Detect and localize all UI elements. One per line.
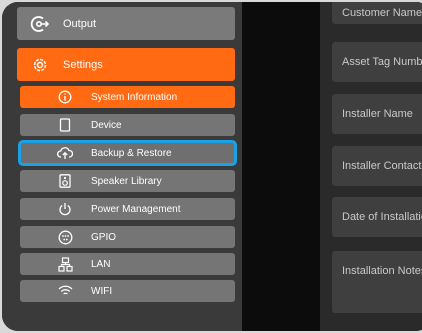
sidebar-item-device[interactable]: Device bbox=[20, 114, 235, 136]
field-label: Installer Name bbox=[342, 108, 413, 120]
customer-name-field[interactable]: Customer Name bbox=[332, 2, 422, 24]
installer-name-field[interactable]: Installer Name bbox=[332, 94, 422, 134]
output-icon bbox=[29, 13, 51, 35]
sidebar-item-label: GPIO bbox=[91, 231, 117, 243]
sidebar-item-label: Output bbox=[63, 17, 97, 30]
info-icon bbox=[56, 88, 74, 106]
sidebar-item-label: Speaker Library bbox=[91, 175, 162, 187]
sidebar-item-label: Backup & Restore bbox=[91, 147, 172, 159]
sidebar-item-speaker-library[interactable]: Speaker Library bbox=[20, 170, 235, 192]
divider bbox=[242, 2, 320, 331]
sidebar-item-settings[interactable]: Settings bbox=[17, 48, 235, 81]
sidebar-item-label: Device bbox=[91, 119, 122, 131]
field-label: Installation Notes bbox=[342, 265, 422, 277]
asset-tag-number-field[interactable]: Asset Tag Number bbox=[332, 42, 422, 82]
installer-contact-field[interactable]: Installer Contact bbox=[332, 146, 422, 186]
device-screen: Output Settings System Information Devic… bbox=[2, 2, 422, 331]
installation-notes-field[interactable]: Installation Notes bbox=[332, 251, 422, 313]
sidebar-item-label: WIFI bbox=[91, 285, 113, 297]
wifi-icon bbox=[56, 282, 74, 300]
sidebar-item-lan[interactable]: LAN bbox=[20, 253, 235, 275]
field-label: Customer Name bbox=[342, 7, 422, 19]
speaker-icon bbox=[56, 172, 74, 190]
network-icon bbox=[56, 255, 74, 273]
sidebar-item-label: LAN bbox=[91, 258, 111, 270]
sidebar-item-label: System Information bbox=[91, 91, 178, 103]
sidebar-item-gpio[interactable]: GPIO bbox=[20, 226, 235, 248]
installation-form: Customer Name Asset Tag Number Installer… bbox=[320, 2, 422, 331]
field-label: Installer Contact bbox=[342, 160, 422, 172]
date-of-installation-field[interactable]: Date of Installation bbox=[332, 197, 422, 237]
gear-icon bbox=[29, 54, 51, 76]
sidebar-item-label: Power Management bbox=[91, 203, 181, 215]
sidebar-item-power-management[interactable]: Power Management bbox=[20, 198, 235, 220]
cloud-upload-icon bbox=[56, 144, 74, 162]
field-label: Date of Installation bbox=[342, 211, 422, 223]
power-icon bbox=[56, 200, 74, 218]
device-icon bbox=[56, 116, 74, 134]
sidebar-item-output[interactable]: Output bbox=[17, 7, 235, 40]
sidebar-item-wifi[interactable]: WIFI bbox=[20, 280, 235, 302]
sidebar: Output Settings System Information Devic… bbox=[2, 2, 242, 331]
field-label: Asset Tag Number bbox=[342, 56, 422, 68]
sidebar-item-backup-restore[interactable]: Backup & Restore bbox=[18, 140, 237, 166]
gpio-icon bbox=[56, 228, 74, 246]
sidebar-item-system-information[interactable]: System Information bbox=[20, 86, 235, 108]
sidebar-item-label: Settings bbox=[63, 58, 103, 71]
